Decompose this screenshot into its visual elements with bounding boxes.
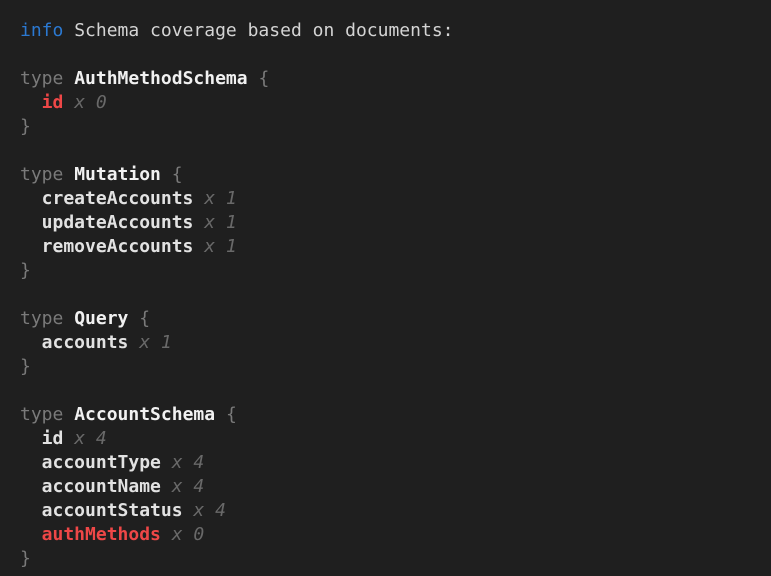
usage-count: x 4: [74, 428, 107, 449]
field-name: createAccounts: [42, 188, 194, 209]
usage-count: x 0: [172, 524, 205, 545]
blank-line: [20, 139, 761, 163]
blank-line: [20, 379, 761, 403]
type-open-line: type Query {: [20, 307, 761, 331]
open-brace: {: [172, 164, 183, 185]
info-badge: info: [20, 20, 63, 41]
close-brace: }: [20, 260, 31, 281]
close-brace-line: }: [20, 259, 761, 283]
header-text: Schema coverage based on documents:: [74, 20, 453, 41]
usage-count: x 4: [172, 476, 205, 497]
usage-count: x 0: [74, 92, 107, 113]
close-brace-line: }: [20, 115, 761, 139]
field-name: accountStatus: [42, 500, 183, 521]
field-name: authMethods: [42, 524, 161, 545]
field-name: id: [42, 428, 64, 449]
usage-count: x 1: [204, 212, 237, 233]
type-name: Mutation: [74, 164, 161, 185]
field-line: accounts x 1: [20, 331, 761, 355]
close-brace-line: }: [20, 547, 761, 571]
usage-count: x 1: [139, 332, 172, 353]
field-line: accountStatus x 4: [20, 499, 761, 523]
type-open-line: type AccountSchema {: [20, 403, 761, 427]
type-name: AuthMethodSchema: [74, 68, 247, 89]
close-brace: }: [20, 356, 31, 377]
close-brace: }: [20, 116, 31, 137]
field-name: id: [42, 92, 64, 113]
field-name: updateAccounts: [42, 212, 194, 233]
type-open-line: type Mutation {: [20, 163, 761, 187]
type-keyword: type: [20, 404, 63, 425]
field-name: accountType: [42, 452, 161, 473]
terminal-output[interactable]: info Schema coverage based on documents:…: [0, 0, 771, 576]
open-brace: {: [226, 404, 237, 425]
type-name: AccountSchema: [74, 404, 215, 425]
blank-line: [20, 43, 761, 67]
type-keyword: type: [20, 68, 63, 89]
blank-line: [20, 283, 761, 307]
usage-count: x 1: [204, 188, 237, 209]
type-keyword: type: [20, 308, 63, 329]
type-name: Query: [74, 308, 128, 329]
field-name: accountName: [42, 476, 161, 497]
field-name: accounts: [42, 332, 129, 353]
field-line: id x 0: [20, 91, 761, 115]
field-line: removeAccounts x 1: [20, 235, 761, 259]
usage-count: x 4: [193, 500, 226, 521]
field-line: accountName x 4: [20, 475, 761, 499]
type-keyword: type: [20, 164, 63, 185]
field-line: authMethods x 0: [20, 523, 761, 547]
close-brace: }: [20, 548, 31, 569]
open-brace: {: [139, 308, 150, 329]
type-open-line: type AuthMethodSchema {: [20, 67, 761, 91]
close-brace-line: }: [20, 355, 761, 379]
usage-count: x 4: [172, 452, 205, 473]
open-brace: {: [258, 68, 269, 89]
info-line: info Schema coverage based on documents:: [20, 19, 761, 43]
field-line: id x 4: [20, 427, 761, 451]
field-line: updateAccounts x 1: [20, 211, 761, 235]
field-name: removeAccounts: [42, 236, 194, 257]
field-line: accountType x 4: [20, 451, 761, 475]
usage-count: x 1: [204, 236, 237, 257]
field-line: createAccounts x 1: [20, 187, 761, 211]
